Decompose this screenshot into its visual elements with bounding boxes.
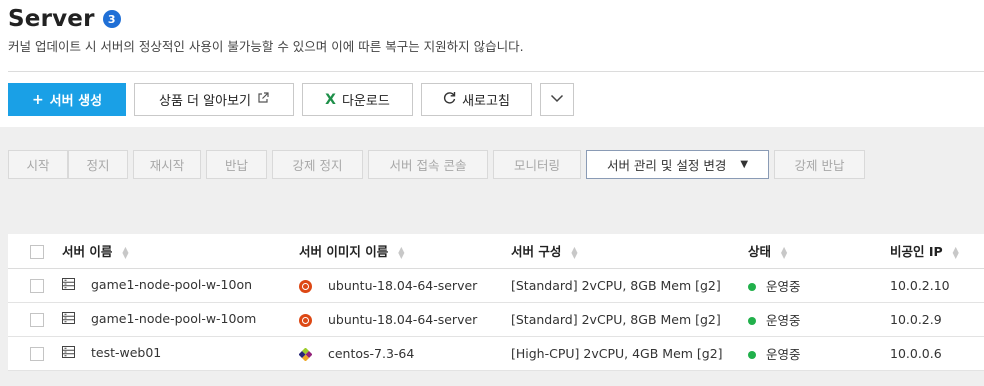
manage-settings-dropdown[interactable]: 서버 관리 및 설정 변경 ▼ [586,150,769,179]
stop-button[interactable]: 정지 [68,150,128,179]
server-image-name: ubuntu-18.04-64-server [327,311,478,327]
column-header-private-ip[interactable]: 비공인 IP ▲ ▼ [890,234,984,269]
server-image-name: ubuntu-18.04-64-server [327,277,478,293]
select-all-checkbox[interactable] [30,244,44,259]
sort-icon: ▲ ▼ [571,244,578,260]
server-icon [62,346,75,361]
refresh-button[interactable]: 새로고침 [421,83,532,116]
sort-icon: ▲ ▼ [952,244,959,260]
ubuntu-icon [299,279,312,293]
table-header-row: 서버 이름 ▲ ▼ 서버 이미지 이름 ▲ ▼ 서버 구성 ▲ ▼ 상태 ▲ ▼ 비공인 IP ▲… [8,234,984,269]
server-name: test-web01 [90,345,162,360]
action-bar: 시작 정지 재시작 반납 강제 정지 서버 접속 콘솔 모니터링 서버 관리 및… [8,150,984,179]
server-spec: [Standard] 2vCPU, 8GB Mem [g2] [511,277,721,293]
row-checkbox[interactable] [30,312,44,327]
more-options-button[interactable] [540,83,574,116]
refresh-label: 새로고침 [462,94,510,109]
external-link-icon [257,92,269,107]
download-label: 다운로드 [341,94,390,109]
private-ip: 10.0.2.10 [890,277,950,293]
status-text: 운영중 [766,346,801,362]
server-name: game1-node-pool-w-10om [90,311,257,326]
sort-icon: ▲ ▼ [781,244,788,260]
learn-more-label: 상품 더 알아보기 [159,94,251,109]
download-button[interactable]: X 다운로드 [302,83,413,116]
row-checkbox[interactable] [30,278,44,293]
caret-down-icon: ▼ [740,159,749,170]
table-row[interactable]: test-web01 centos-7.3-64 [High-CPU] 2vCP… [8,336,984,371]
server-count-badge: 3 [102,10,121,28]
table-row[interactable]: game1-node-pool-w-10on ubuntu-18.04-64-s… [8,268,984,303]
server-image-name: centos-7.3-64 [327,345,415,361]
page-header: Server 3 [8,6,121,32]
header-divider [8,71,984,72]
console-button[interactable]: 서버 접속 콘솔 [368,150,488,179]
server-icon [62,278,75,293]
row-checkbox[interactable] [30,346,44,361]
learn-more-button[interactable]: 상품 더 알아보기 [134,83,294,116]
status-text: 운영중 [766,278,801,294]
server-table: 서버 이름 ▲ ▼ 서버 이미지 이름 ▲ ▼ 서버 구성 ▲ ▼ 상태 ▲ ▼ 비공인 IP ▲… [8,234,984,371]
column-header-image[interactable]: 서버 이미지 이름 ▲ ▼ [299,234,511,269]
refresh-icon [443,91,456,108]
monitoring-button[interactable]: 모니터링 [493,150,581,179]
content-panel: 시작 정지 재시작 반납 강제 정지 서버 접속 콘솔 모니터링 서버 관리 및… [0,127,984,386]
return-button[interactable]: 반납 [206,150,267,179]
ubuntu-icon [299,313,312,327]
private-ip: 10.0.0.6 [890,345,942,361]
start-button[interactable]: 시작 [8,150,68,179]
create-server-button[interactable]: + 서버 생성 [8,83,126,116]
sort-icon: ▲ ▼ [398,244,405,260]
restart-button[interactable]: 재시작 [133,150,201,179]
page-title: Server [8,6,95,32]
status-running-icon [748,351,756,359]
server-spec: [High-CPU] 2vCPU, 4GB Mem [g2] [511,345,723,361]
centos-icon [298,346,313,362]
column-header-spec[interactable]: 서버 구성 ▲ ▼ [511,234,748,269]
status-running-icon [748,283,756,291]
toolbar: + 서버 생성 상품 더 알아보기 X 다운로드 새로고침 [8,83,574,116]
status-running-icon [748,317,756,325]
kernel-update-notice: 커널 업데이트 시 서버의 정상적인 사용이 불가능할 수 있으며 이에 따른 … [8,39,524,54]
server-icon [62,312,75,327]
column-header-name[interactable]: 서버 이름 ▲ ▼ [62,234,299,269]
manage-settings-label: 서버 관리 및 설정 변경 [606,158,727,173]
sort-icon: ▲ ▼ [122,244,129,260]
create-server-label: 서버 생성 [49,94,103,109]
force-stop-button[interactable]: 강제 정지 [272,150,363,179]
chevron-down-icon [550,92,564,107]
status-text: 운영중 [766,312,801,328]
force-return-button[interactable]: 강제 반납 [774,150,865,179]
plus-icon: + [31,91,44,108]
server-name: game1-node-pool-w-10on [90,277,253,292]
table-row[interactable]: game1-node-pool-w-10om ubuntu-18.04-64-s… [8,302,984,337]
column-header-status[interactable]: 상태 ▲ ▼ [748,234,890,269]
private-ip: 10.0.2.9 [890,311,942,327]
server-spec: [Standard] 2vCPU, 8GB Mem [g2] [511,311,721,327]
excel-icon: X [325,91,336,108]
